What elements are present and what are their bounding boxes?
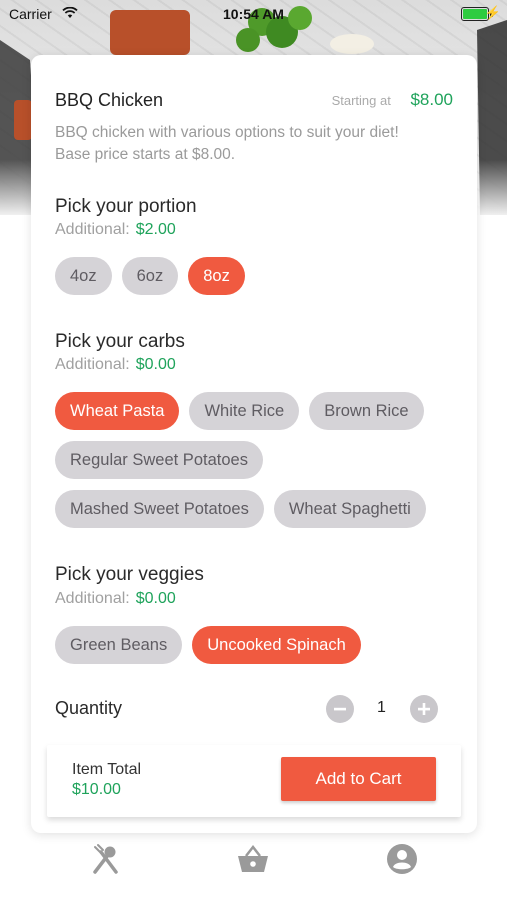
veggies-options: Green Beans Uncooked Spinach — [55, 626, 465, 664]
item-total-value: $10.00 — [72, 781, 121, 798]
item-total-label: Item Total — [72, 761, 142, 778]
decrement-button[interactable] — [326, 695, 354, 723]
portion-options: 4oz 6oz 8oz — [55, 257, 465, 295]
carbs-chip[interactable]: Mashed Sweet Potatoes — [55, 490, 264, 528]
quantity-label: Quantity — [55, 698, 123, 718]
starting-label: Starting at — [331, 93, 391, 108]
increment-button[interactable] — [410, 695, 438, 723]
status-time: 10:54 AM — [223, 6, 284, 22]
portion-additional-amount: $2.00 — [135, 221, 176, 238]
carbs-chip-selected[interactable]: Wheat Pasta — [55, 392, 180, 430]
carbs-section-title: Pick your carbs — [55, 331, 185, 352]
portion-additional: Additional: $2.00 — [55, 221, 176, 239]
veggies-additional-amount: $0.00 — [135, 590, 176, 607]
portion-additional-label: Additional: — [55, 221, 130, 238]
basket-icon — [238, 844, 268, 872]
charging-icon: ⚡ — [484, 5, 501, 20]
veggies-chip-selected[interactable]: Uncooked Spinach — [192, 626, 361, 664]
starting-price: Starting at $8.00 — [332, 90, 453, 110]
item-title: BBQ Chicken — [55, 90, 164, 110]
carbs-options: Wheat Pasta White Rice Brown Rice Regula… — [55, 392, 465, 528]
portion-section-title: Pick your portion — [55, 196, 197, 217]
add-to-cart-button[interactable]: Add to Cart — [281, 757, 436, 801]
carbs-additional-label: Additional: — [55, 356, 130, 373]
carbs-additional-amount: $0.00 — [135, 356, 176, 373]
tab-profile[interactable] — [385, 842, 419, 876]
item-options-card: BBQ Chicken Starting at $8.00 BBQ chicke… — [31, 55, 477, 833]
utensils-icon — [93, 844, 118, 874]
cart-footer: Item Total $10.00 Add to Cart — [47, 745, 461, 817]
carbs-additional: Additional: $0.00 — [55, 356, 176, 374]
tab-menu[interactable] — [88, 842, 122, 876]
tab-cart[interactable] — [236, 842, 270, 876]
status-bar: Carrier 10:54 AM ⚡ — [0, 0, 507, 28]
carbs-chip[interactable]: Wheat Spaghetti — [273, 490, 426, 528]
portion-chip[interactable]: 6oz — [121, 257, 179, 295]
minus-icon — [334, 707, 346, 711]
veggies-chip[interactable]: Green Beans — [55, 626, 183, 664]
tab-bar — [0, 838, 507, 880]
carbs-chip[interactable]: White Rice — [189, 392, 300, 430]
portion-chip-selected[interactable]: 8oz — [188, 257, 245, 295]
plus-icon — [418, 703, 430, 715]
account-icon — [387, 844, 417, 874]
starting-price-value: $8.00 — [410, 90, 453, 109]
veggies-additional-label: Additional: — [55, 590, 130, 607]
item-description: BBQ chicken with various options to suit… — [55, 124, 399, 163]
portion-chip[interactable]: 4oz — [55, 257, 112, 295]
quantity-value: 1 — [377, 699, 386, 716]
carbs-chip[interactable]: Brown Rice — [309, 392, 424, 430]
veggies-additional: Additional: $0.00 — [55, 590, 176, 608]
carbs-chip[interactable]: Regular Sweet Potatoes — [55, 441, 263, 479]
veggies-section-title: Pick your veggies — [55, 564, 204, 585]
